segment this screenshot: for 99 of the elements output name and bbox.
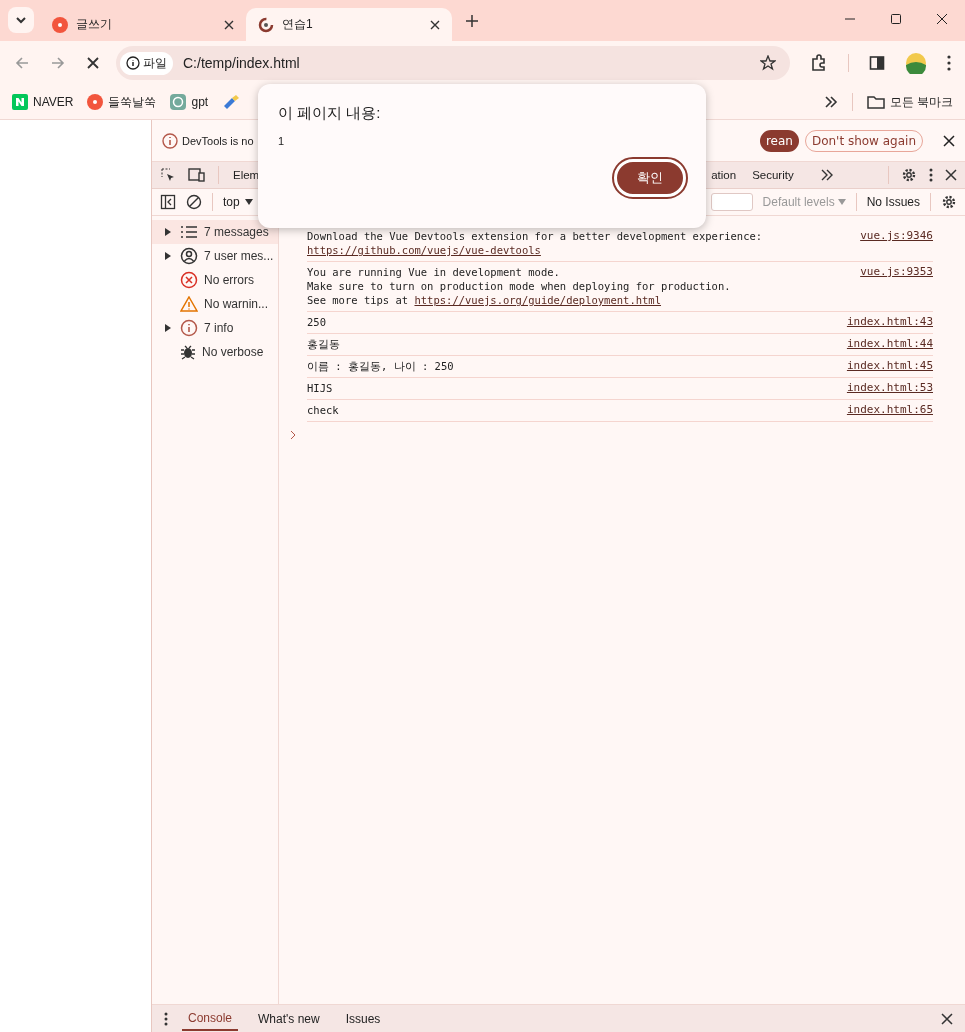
address-bar[interactable]: 파일 C:/temp/index.html [116,46,790,80]
bug-icon [180,344,196,360]
tab-title: 글쓰기 [76,16,113,33]
more-icon[interactable] [929,168,933,182]
log-message: See more tips at https://vuejs.org/guide/deployment.html [307,294,661,306]
chevrons-icon[interactable] [823,96,838,108]
expand-arrow-icon[interactable] [164,252,172,260]
sidebar-item[interactable]: No errors [152,268,278,292]
loading-icon [258,16,274,33]
close-icon[interactable] [430,19,440,30]
dont-show-again-button[interactable]: Don't show again [804,129,923,152]
source-link[interactable]: index.html:43 [846,315,933,329]
sidebar-item[interactable]: 7 user mes... [152,244,278,268]
device-icon[interactable] [188,167,206,183]
log-message: Download the Vue Devtools extension for a better development experience: [307,230,763,242]
log-message: check [307,404,339,416]
folder-icon [866,95,885,109]
source-link[interactable]: index.html:45 [846,359,933,373]
url-text: C:/temp/index.html [183,55,301,71]
ok-button[interactable]: 확인 [614,159,686,197]
sidebar-item[interactable]: No warnin... [152,292,278,316]
chevron-down-icon [15,14,27,26]
panel-tab[interactable]: ation [709,169,739,181]
source-link[interactable]: vue.js:9353 [860,265,933,307]
dialog-title: 이 페이지 내용: [278,104,381,123]
all-bookmarks-folder[interactable]: 모든 북마크 [866,93,953,111]
source-link[interactable]: index.html:53 [846,381,933,395]
site-icon [87,94,104,110]
dialog-message: 1 [278,135,285,147]
bookmark-icon[interactable] [222,94,241,110]
log-message: Make sure to turn on production mode when deploying for production. [307,280,731,292]
sidebar-item[interactable]: 7 info [152,316,278,340]
clear-icon[interactable] [186,194,202,210]
drawer-tab[interactable]: Console [182,1006,239,1031]
side-panel-icon[interactable] [869,55,885,71]
new-tab-icon[interactable] [466,15,478,27]
infobar-text: DevTools is no [182,134,254,147]
bookmark[interactable]: NAVER [12,94,74,110]
inspect-icon[interactable] [160,167,176,183]
settings-icon[interactable] [941,194,957,210]
sidebar-toggle-icon[interactable] [160,194,176,210]
chevrons-icon[interactable] [819,169,834,181]
browser-tab[interactable]: 연습1 [246,8,452,41]
settings-icon[interactable] [901,167,917,183]
bookmark[interactable]: gpt [170,94,209,110]
prompt-icon[interactable] [289,430,297,440]
info-icon [126,56,140,70]
puzzle-icon[interactable] [810,54,828,72]
more-icon[interactable] [947,55,951,71]
close-icon[interactable] [943,134,955,147]
log-message: HIJS [307,382,333,394]
stop-icon[interactable] [86,56,100,70]
n-logo-icon [12,94,28,110]
close-icon[interactable] [936,13,948,25]
expand-arrow-icon[interactable] [164,228,172,236]
info-icon [162,132,178,149]
sidebar-item[interactable]: No verbose [152,340,278,364]
bookmark[interactable]: 들쑥날쑥 [87,93,157,111]
drawer-tab[interactable]: What's new [252,1007,326,1030]
log-message: 250 [307,316,326,328]
caret-icon [837,199,846,205]
site-info-chip[interactable]: 파일 [120,51,173,75]
caret-icon [244,199,253,205]
close-icon[interactable] [945,169,957,181]
tab-title: 연습1 [282,16,314,33]
user-icon [180,247,198,265]
avatar-icon[interactable] [905,52,927,74]
expand-arrow-icon[interactable] [164,324,172,332]
tab-search-button[interactable] [8,7,34,33]
site-icon [52,16,68,33]
log-message: 홍길동 [307,338,340,350]
more-icon[interactable] [164,1011,168,1026]
warning-icon [180,296,198,312]
error-icon [180,271,198,289]
log-message: You are running Vue in development mode. [307,266,560,278]
browser-tab[interactable]: 글쓰기 [40,8,246,41]
log-link[interactable]: https://vuejs.org/guide/deployment.html [414,294,661,306]
panel-tab[interactable]: Security [750,169,796,181]
log-message: 이름 : 홍길동, 나이 : 250 [307,360,454,372]
maximize-icon[interactable] [890,13,902,25]
list-icon [180,224,198,240]
ring-logo-icon [170,94,187,110]
info-icon [180,319,198,337]
filter-field[interactable] [710,193,753,211]
log-link[interactable]: https://github.com/vuejs/vue-devtools [307,244,541,256]
forward-icon[interactable] [50,55,66,71]
source-link[interactable]: vue.js:9346 [860,229,933,257]
panel-tab[interactable]: Elem [231,169,262,181]
back-icon[interactable] [14,55,30,71]
star-icon[interactable] [760,55,776,71]
close-icon[interactable] [941,1012,953,1025]
drawer-tab[interactable]: Issues [339,1007,387,1030]
source-link[interactable]: index.html:44 [846,337,933,351]
infobar-button[interactable]: rean [759,129,799,152]
source-link[interactable]: index.html:65 [846,403,933,417]
context-dropdown[interactable]: top [223,195,253,209]
close-icon[interactable] [224,19,234,30]
sidebar-item[interactable]: 7 messages [152,220,278,244]
issues-text[interactable]: No Issues [866,195,920,209]
